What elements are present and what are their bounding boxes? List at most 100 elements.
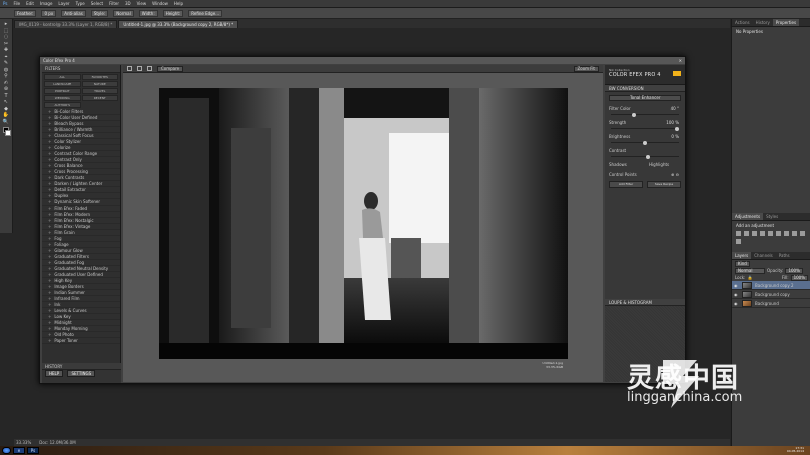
slider-knob[interactable] — [646, 155, 651, 159]
adjustment-icon[interactable] — [760, 231, 765, 236]
feather-input[interactable]: 0 px — [41, 9, 57, 17]
method-select[interactable]: Tonal Enhancer — [609, 95, 681, 101]
tab-actions[interactable]: Actions — [732, 19, 753, 26]
background-color-swatch[interactable] — [5, 130, 11, 136]
slider-knob[interactable] — [632, 113, 637, 117]
kind-select[interactable]: Kind — [735, 260, 750, 267]
clock[interactable]: 17:31 04.05.2014 — [787, 447, 804, 453]
antialias-checkbox[interactable]: Anti-alias — [61, 9, 86, 17]
eye-icon[interactable]: ◉ — [734, 292, 739, 297]
menu-type[interactable]: Type — [73, 1, 88, 6]
tab-channels[interactable]: Channels — [751, 252, 776, 259]
doc-tab-1[interactable]: IMG_0119 - kontrol@ 33.3% (Layer 1, RGB/… — [14, 20, 118, 28]
lock-icon[interactable]: 🔒 — [747, 275, 752, 280]
taskbar-photoshop[interactable]: Ps — [27, 447, 39, 454]
layer-row[interactable]: ◉ Background copy — [732, 290, 810, 299]
category-button[interactable]: LANDSCAPE — [44, 81, 81, 87]
slider-value[interactable]: 100 % — [666, 120, 679, 125]
slider-knob[interactable] — [675, 127, 679, 131]
tab-adjustments[interactable]: Adjustments — [732, 213, 764, 220]
slider-track[interactable] — [611, 128, 679, 129]
category-button[interactable]: PORTRAIT — [44, 88, 81, 94]
fill-input[interactable]: 100% — [790, 274, 808, 281]
control-point-add-icon[interactable]: ⊕ ⊖ — [671, 172, 679, 177]
shadows-label: Shadows — [609, 162, 627, 167]
save-recipe-button[interactable]: Save Recipe — [647, 181, 681, 188]
slider-track[interactable] — [611, 156, 679, 157]
tab-properties[interactable]: Properties — [772, 19, 800, 26]
menu-3d[interactable]: 3D — [122, 1, 134, 6]
slider-knob[interactable] — [643, 141, 647, 145]
opacity-input[interactable]: 100% — [785, 267, 803, 274]
category-button[interactable]: AUTHOR'S — [44, 102, 81, 108]
category-button[interactable]: NATURE — [81, 81, 118, 87]
add-filter-button[interactable]: Add Filter — [609, 181, 643, 188]
category-button[interactable]: RECENT — [81, 95, 118, 101]
history-header[interactable]: HISTORY — [42, 363, 121, 370]
doc-tab-2[interactable]: Untitled-1.jpg @ 33.3% (Background copy … — [118, 20, 239, 28]
slider-track[interactable] — [611, 114, 679, 115]
options-bar: Feather: 0 px Anti-alias Style: Normal W… — [0, 8, 810, 19]
loupe-header[interactable]: LOUPE & HISTOGRAM — [605, 299, 685, 306]
slider-value[interactable]: 40 ° — [671, 106, 679, 111]
adjustment-icon[interactable] — [800, 231, 805, 236]
brand-title: COLOR EFEX PRO 4 — [609, 72, 661, 78]
blend-row: Normal Opacity: 100% — [732, 267, 810, 274]
photo-caption: Untitled-1.jpg 33.3% RGB — [503, 361, 563, 369]
layer-row[interactable]: ◉ Background copy 2 — [732, 281, 810, 290]
refine-edge-button[interactable]: Refine Edge... — [188, 9, 222, 17]
category-button[interactable]: FAVORITES — [81, 74, 118, 80]
adjustment-icon[interactable] — [736, 239, 741, 244]
taskbar-ie[interactable]: e — [13, 447, 25, 454]
adjustment-icon[interactable] — [736, 231, 741, 236]
menu-image[interactable]: Image — [37, 1, 56, 6]
category-button[interactable]: WEDDING — [44, 95, 81, 101]
menu-help[interactable]: Help — [171, 1, 186, 6]
eye-icon[interactable]: ◉ — [734, 301, 739, 306]
menu-view[interactable]: View — [134, 1, 150, 6]
layer-filter-row: Kind — [732, 260, 810, 267]
menu-select[interactable]: Select — [88, 1, 106, 6]
zoom-select[interactable]: Zoom Fit — [573, 65, 599, 72]
category-button[interactable]: TRAVEL — [81, 88, 118, 94]
menu-filter[interactable]: Filter — [106, 1, 122, 6]
adjustment-icon[interactable] — [744, 231, 749, 236]
tool-icon[interactable]: 🔍 — [2, 119, 11, 126]
menu-window[interactable]: Window — [149, 1, 171, 6]
tab-history[interactable]: History — [753, 19, 773, 26]
menu-layer[interactable]: Layer — [55, 1, 72, 6]
style-select[interactable]: Normal — [113, 9, 134, 17]
document-tabs: IMG_0119 - kontrol@ 33.3% (Layer 1, RGB/… — [14, 19, 730, 28]
side-by-side-icon[interactable] — [147, 66, 152, 71]
adjustment-icon[interactable] — [792, 231, 797, 236]
slider-value[interactable]: 0 % — [671, 134, 679, 139]
settings-button[interactable]: SETTINGS — [67, 370, 96, 377]
start-button[interactable] — [2, 447, 11, 454]
adjustment-icon[interactable] — [752, 231, 757, 236]
split-view-icon[interactable] — [137, 66, 142, 71]
filter-list: Bi-Color FiltersBi-Color User DefinedBle… — [42, 109, 120, 345]
filter-item[interactable]: Paper Toner — [42, 338, 120, 345]
bw-conversion-header[interactable]: BW CONVERSION — [605, 85, 685, 92]
blend-mode-select[interactable]: Normal — [735, 267, 765, 274]
zoom-level[interactable]: 33.33% — [16, 440, 31, 445]
control-points-row[interactable]: Control Points ⊕ ⊖ — [605, 170, 685, 179]
adjustment-icon[interactable] — [776, 231, 781, 236]
eye-icon[interactable]: ◉ — [734, 283, 739, 288]
layer-thumbnail — [742, 290, 752, 298]
width-label: Width: — [138, 9, 158, 17]
compare-button[interactable]: Compare — [157, 65, 184, 72]
help-button[interactable]: HELP — [45, 370, 64, 377]
close-icon[interactable]: ✕ — [679, 58, 682, 63]
adjustment-icon[interactable] — [768, 231, 773, 236]
adjustment-icon[interactable] — [784, 231, 789, 236]
category-button[interactable]: ALL — [44, 74, 81, 80]
layer-row[interactable]: ◉ Background — [732, 299, 810, 308]
menu-file[interactable]: File — [10, 1, 23, 6]
single-view-icon[interactable] — [127, 66, 132, 71]
tab-paths[interactable]: Paths — [776, 252, 793, 259]
slider-label: Filter Color — [609, 106, 631, 111]
tab-layers[interactable]: Layers — [732, 252, 752, 259]
tab-styles[interactable]: Styles — [763, 213, 781, 220]
menu-edit[interactable]: Edit — [23, 1, 37, 6]
